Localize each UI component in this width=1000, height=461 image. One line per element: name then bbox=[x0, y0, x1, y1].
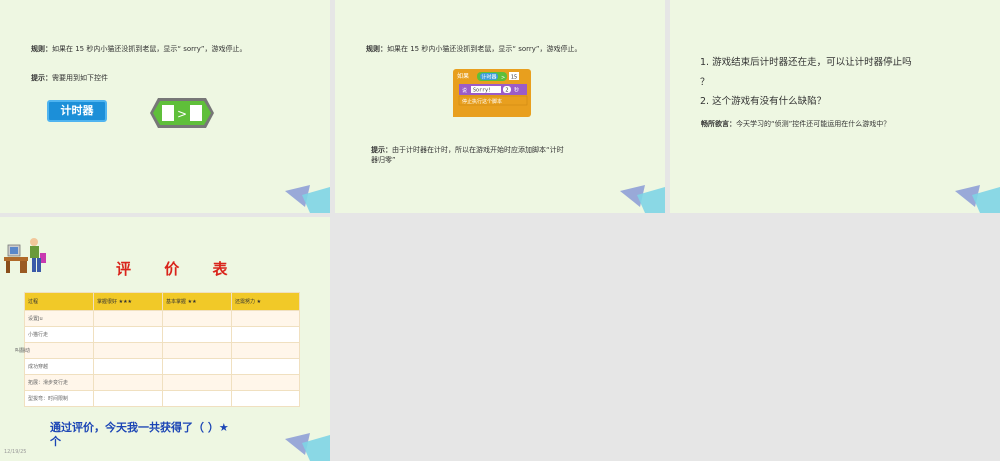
hint-text: 提示：由于计时器在计时，所以在游戏开始时应添加脚本“计时 器归零” bbox=[371, 146, 564, 164]
evaluation-table: 过程 掌握很好 ★★★ 基本掌握 ★★ 还需努力 ★ 设置Ju 小猫行走 成功穿… bbox=[24, 292, 300, 407]
table-row: 拓展：滑步变行走 bbox=[24, 374, 300, 391]
script-blocks: 如果 计时器 > 15 说 Sorry! 2 秒 停止执行这个脚本 bbox=[453, 69, 531, 117]
table-row: 小猫行走 bbox=[24, 326, 300, 343]
question-2: 2. 这个游戏有没有什么缺陷？ bbox=[700, 96, 827, 107]
timer-label: 计时器 bbox=[481, 74, 496, 81]
table-row: 设置Ju bbox=[24, 310, 300, 327]
table-row: 型拔弯：时间限制 bbox=[24, 390, 300, 407]
timer-block: 计时器 bbox=[47, 100, 107, 122]
table-header-row: 过程 掌握很好 ★★★ 基本掌握 ★★ 还需努力 ★ bbox=[24, 292, 300, 311]
hint-text: 提示：需要用到如下控件 bbox=[31, 74, 108, 82]
question-1: 1. 游戏结束后计时器还在走，可以让计时器停止吗 bbox=[700, 57, 912, 68]
if-label: 如果 bbox=[457, 72, 469, 80]
compare-block: > bbox=[150, 98, 214, 128]
corner-decoration bbox=[620, 185, 665, 213]
slide-date: 12/19/25 bbox=[4, 449, 27, 455]
corner-decoration bbox=[285, 433, 330, 461]
table-row: 成功穿越 bbox=[24, 358, 300, 375]
num-label: 15 bbox=[511, 75, 517, 81]
slide-1[interactable]: 规则：如果在 15 秒内小猫还没抓到老鼠，显示“ sorry”，游戏停止。 提示… bbox=[0, 0, 330, 213]
student-at-desk-icon bbox=[4, 238, 46, 273]
header-basic: 基本掌握 ★★ bbox=[162, 292, 232, 311]
say-text: Sorry! bbox=[473, 88, 491, 94]
summary-text: 通过评价，今天我一共获得了（ ）★ 个 bbox=[50, 421, 229, 448]
header-process: 过程 bbox=[24, 292, 94, 311]
question-1-cont: ？ bbox=[700, 77, 710, 88]
secs-value: 2 bbox=[505, 88, 508, 94]
stop-label: 停止执行这个脚本 bbox=[462, 98, 502, 105]
chat-text: 畅所欲言：今天学习的“侦测”控件还可能运用在什么游戏中？ bbox=[701, 120, 891, 128]
header-improve: 还需努力 ★ bbox=[231, 292, 300, 311]
side-label: 叫翻动 bbox=[15, 348, 31, 354]
header-excellent: 掌握很好 ★★★ bbox=[93, 292, 163, 311]
compare-op: > bbox=[177, 107, 187, 121]
say-label: 说 bbox=[462, 87, 467, 94]
table-row bbox=[24, 342, 300, 359]
rule-text: 规则：如果在 15 秒内小猫还没抓到老鼠，显示“ sorry”，游戏停止。 bbox=[366, 45, 582, 53]
secs-unit: 秒 bbox=[514, 87, 519, 94]
corner-decoration bbox=[955, 185, 1000, 213]
op-label: > bbox=[501, 75, 505, 81]
evaluation-title: 评 价 表 bbox=[116, 260, 242, 278]
rule-text: 规则：如果在 15 秒内小猫还没抓到老鼠，显示“ sorry”，游戏停止。 bbox=[31, 45, 247, 53]
corner-decoration bbox=[285, 185, 330, 213]
slide-3[interactable]: 1. 游戏结束后计时器还在走，可以让计时器停止吗 ？ 2. 这个游戏有没有什么缺… bbox=[670, 0, 1000, 213]
